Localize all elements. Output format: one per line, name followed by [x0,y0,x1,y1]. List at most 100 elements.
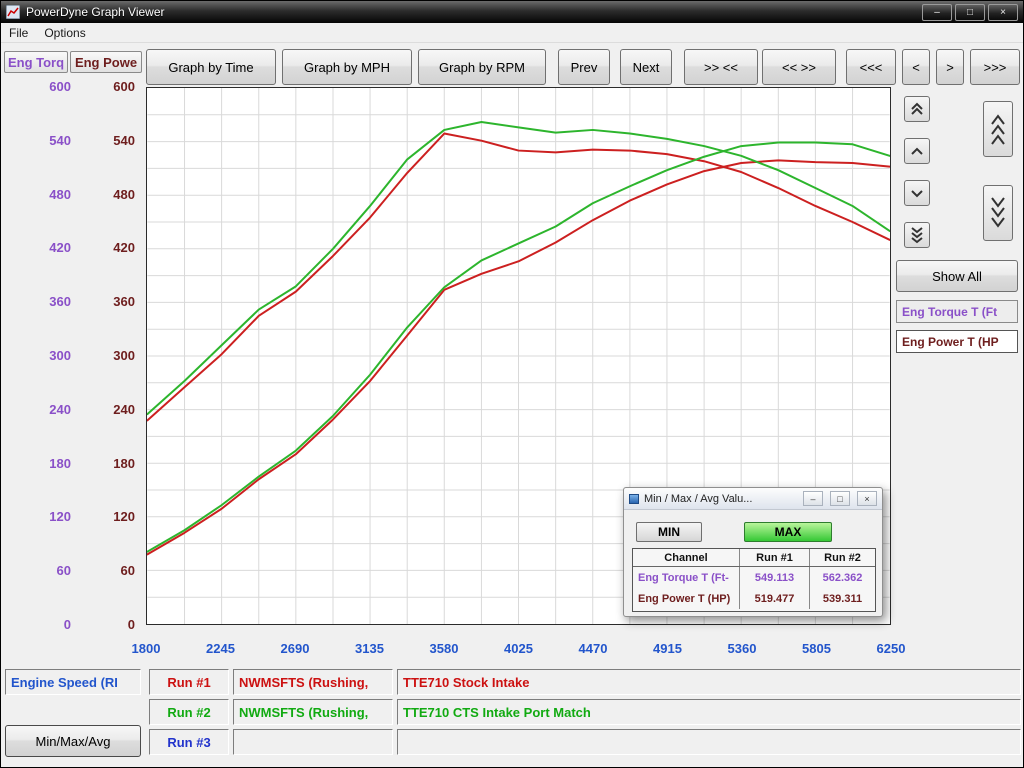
y-tick: 600 [49,79,71,95]
minmax-row: Eng Torque T (Ft-549.113562.362 [633,567,875,588]
chevron-up-icon [910,145,924,157]
y-tick: 300 [49,348,71,364]
min-max-avg-button[interactable]: Min/Max/Avg [5,725,141,757]
triple-chevron-up-icon [990,112,1006,146]
y-tick: 60 [121,563,135,579]
graph-by-time-button[interactable]: Graph by Time [146,49,276,85]
x-channel-field[interactable]: Engine Speed (RI [5,669,141,695]
triple-chevron-down-big-icon [990,196,1006,230]
min-button[interactable]: MIN [636,522,702,542]
minmax-dialog-titlebar[interactable]: Min / Max / Avg Valu... – □ × [624,488,882,510]
x-tick: 4025 [504,641,533,656]
x-tick: 2245 [206,641,235,656]
y-tick: 180 [49,456,71,472]
dialog-minimize-button[interactable]: – [803,491,823,506]
minmax-dialog: Min / Max / Avg Valu... – □ × MIN MAX Ch… [623,487,883,617]
minmax-table: Channel Run #1 Run #2 Eng Torque T (Ft-5… [632,548,876,612]
minmax-run2-value: 562.362 [809,567,875,588]
dialog-icon [629,494,639,504]
dialog-title: Min / Max / Avg Valu... [644,493,796,505]
legend-eng-power[interactable]: Eng Power T (HP [896,330,1018,353]
run-label-2[interactable]: Run #2 [149,699,229,725]
page-right-button[interactable]: >>> [970,49,1020,85]
max-button[interactable]: MAX [744,522,832,542]
zoom-in-button[interactable]: >> << [684,49,758,85]
caption-buttons: – □ × [922,4,1018,21]
menu-file[interactable]: File [9,26,28,40]
x-tick: 5360 [728,641,757,656]
minmax-run1-value: 519.477 [739,588,809,609]
menu-bar: FileOptions [1,23,1023,43]
dialog-close-button[interactable]: × [857,491,877,506]
scale-down-fast-button[interactable] [904,222,930,248]
y-tick: 120 [113,509,135,525]
show-all-button[interactable]: Show All [896,260,1018,292]
pan-down-button[interactable] [983,185,1013,241]
maximize-button[interactable]: □ [955,4,985,21]
y-tick: 240 [113,402,135,418]
y-tick: 600 [113,79,135,95]
dialog-restore-button[interactable]: □ [830,491,850,506]
y-tick: 420 [49,240,71,256]
y-tick: 360 [49,294,71,310]
y-tick: 120 [49,509,71,525]
minmax-table-header: Channel Run #1 Run #2 [633,549,875,567]
minmax-channel: Eng Torque T (Ft- [633,572,739,584]
run-desc-3[interactable] [397,729,1021,755]
run-desc-1[interactable]: TTE710 Stock Intake [397,669,1021,695]
double-chevron-up-icon [910,102,924,116]
scale-down-button[interactable] [904,180,930,206]
graph-by-mph-button[interactable]: Graph by MPH [282,49,412,85]
powerdyne-window: PowerDyne Graph Viewer – □ × FileOptions… [0,0,1024,768]
y-tick: 540 [49,133,71,149]
y-tick: 480 [49,187,71,203]
y-tick: 240 [49,402,71,418]
minmax-row: Eng Power T (HP)519.477539.311 [633,588,875,609]
x-tick: 5805 [802,641,831,656]
y-tick: 60 [57,563,71,579]
run-source-3[interactable] [233,729,393,755]
run-source-1[interactable]: NWMSFTS (Rushing, [233,669,393,695]
y-tick: 0 [128,617,135,633]
y-tick: 180 [113,456,135,472]
x-tick: 3580 [430,641,459,656]
graph-by-rpm-button[interactable]: Graph by RPM [418,49,546,85]
x-axis: 1800224526903135358040254470491553605805… [1,641,1023,659]
minmax-run2-value: 539.311 [809,588,875,609]
title-bar[interactable]: PowerDyne Graph Viewer – □ × [1,1,1023,23]
run-label-3[interactable]: Run #3 [149,729,229,755]
minmax-channel: Eng Power T (HP) [633,593,739,605]
chevron-down-icon [910,187,924,199]
page-left-button[interactable]: <<< [846,49,896,85]
x-tick: 4470 [579,641,608,656]
legend-eng-torque-label: Eng Torque T (Ft [902,305,997,319]
run-desc-2[interactable]: TTE710 CTS Intake Port Match [397,699,1021,725]
y-tick: 540 [113,133,135,149]
app-icon [6,5,20,19]
x-tick: 6250 [877,641,906,656]
prev-button[interactable]: Prev [558,49,610,85]
minmax-table-rows: Eng Torque T (Ft-549.113562.362Eng Power… [633,567,875,609]
next-button[interactable]: Next [620,49,672,85]
run-label-1[interactable]: Run #1 [149,669,229,695]
legend-eng-power-label: Eng Power T (HP [902,335,999,349]
minmax-run1-value: 549.113 [739,567,809,588]
col-channel: Channel [633,552,739,564]
zoom-out-button[interactable]: << >> [762,49,836,85]
x-tick: 1800 [132,641,161,656]
step-right-button[interactable]: > [936,49,964,85]
step-left-button[interactable]: < [902,49,930,85]
y-tick: 0 [64,617,71,633]
col-run2[interactable]: Run #2 [809,549,875,566]
y-tick: 360 [113,294,135,310]
close-button[interactable]: × [988,4,1018,21]
x-tick: 4915 [653,641,682,656]
run-source-2[interactable]: NWMSFTS (Rushing, [233,699,393,725]
legend-eng-torque[interactable]: Eng Torque T (Ft [896,300,1018,323]
minimize-button[interactable]: – [922,4,952,21]
pan-up-button[interactable] [983,101,1013,157]
col-run1[interactable]: Run #1 [739,549,809,566]
y-tick: 420 [113,240,135,256]
scale-up-fast-button[interactable] [904,96,930,122]
scale-up-button[interactable] [904,138,930,164]
